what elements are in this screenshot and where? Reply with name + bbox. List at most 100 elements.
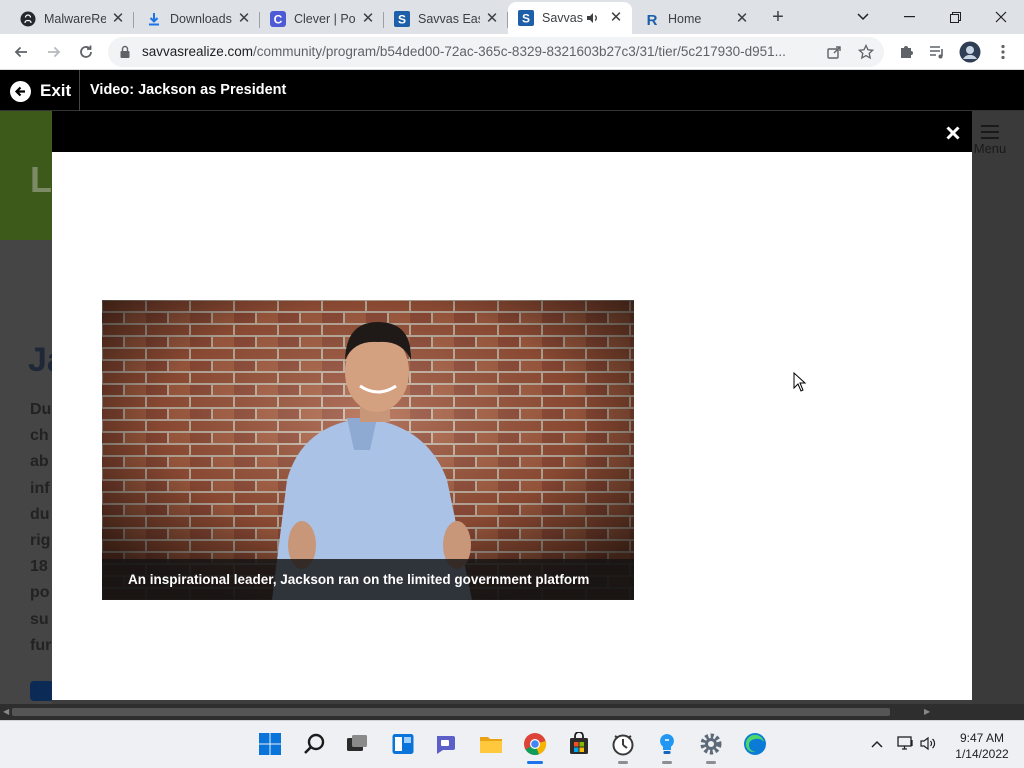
exit-button[interactable]: Exit	[10, 80, 71, 102]
tab-title: MalwareRe	[44, 12, 106, 26]
tab-home[interactable]: R Home ✕	[634, 4, 758, 34]
svg-text:S: S	[522, 12, 530, 26]
close-tab-icon[interactable]: ✕	[360, 11, 376, 27]
viewer-header: Exit Video: Jackson as President	[0, 70, 1024, 111]
tab-title: Savvas Eas	[418, 12, 480, 26]
teams-chat-icon[interactable]	[432, 730, 460, 758]
background-right-column	[972, 111, 1024, 719]
tab-downloads[interactable]: Downloads ✕	[136, 4, 260, 34]
realize-icon: R	[644, 11, 660, 27]
task-view-icon[interactable]	[343, 730, 371, 758]
tab-title: Clever | Por	[294, 12, 356, 26]
running-indicator	[706, 761, 716, 764]
forward-button[interactable]	[42, 40, 66, 64]
header-divider	[79, 70, 80, 111]
savvas-icon: S	[518, 10, 534, 26]
exit-label: Exit	[40, 81, 72, 100]
close-tab-icon[interactable]: ✕	[608, 10, 624, 26]
mouse-cursor-icon	[793, 372, 807, 392]
address-bar[interactable]: savvasrealize.com/community/program/b54d…	[108, 37, 884, 67]
page-title: Video: Jackson as President	[90, 82, 287, 98]
start-icon[interactable]	[256, 730, 284, 758]
clock-app-icon[interactable]	[609, 730, 637, 764]
modal-close-button[interactable]	[942, 120, 964, 142]
hamburger-icon	[981, 125, 999, 139]
running-indicator	[527, 761, 543, 764]
file-explorer-icon[interactable]	[477, 730, 505, 758]
running-indicator	[662, 761, 672, 764]
lightbulb-app-icon[interactable]	[653, 730, 681, 764]
close-tab-icon[interactable]: ✕	[734, 11, 750, 27]
tab-savvas-easy[interactable]: S Savvas Eas ✕	[384, 4, 508, 34]
menu-label: Menu	[973, 141, 1007, 156]
share-icon	[827, 46, 841, 59]
clever-icon: C	[270, 11, 286, 27]
tab-savvas-active[interactable]: S Savvas ✕	[508, 2, 632, 34]
close-tab-icon[interactable]: ✕	[236, 11, 252, 27]
url-text[interactable]: savvasrealize.com/community/program/b54d…	[142, 44, 818, 59]
github-icon	[20, 11, 36, 27]
network-icon[interactable]	[897, 736, 914, 754]
close-window-button[interactable]	[978, 0, 1024, 34]
svg-text:R: R	[647, 12, 658, 27]
tab-malwarere[interactable]: MalwareRe ✕	[10, 4, 134, 34]
edge-icon[interactable]	[741, 730, 769, 758]
background-banner: L	[0, 111, 52, 240]
close-tab-icon[interactable]: ✕	[484, 11, 500, 27]
back-button[interactable]	[9, 40, 33, 64]
widgets-icon[interactable]	[389, 730, 417, 758]
background-play-button	[30, 681, 54, 701]
url-host: savvasrealize.com	[142, 44, 254, 59]
video-modal: An inspirational leader, Jackson ran on …	[52, 111, 972, 700]
browser-menu-button[interactable]	[991, 40, 1015, 64]
chrome-icon[interactable]	[521, 730, 549, 764]
arrow-right-icon	[48, 46, 61, 58]
tab-title: Home	[668, 12, 702, 26]
close-icon	[946, 126, 960, 140]
search-icon[interactable]	[301, 730, 329, 758]
volume-icon[interactable]	[920, 736, 936, 754]
clock-time: 9:47 AM	[959, 731, 1005, 745]
browser-toolbar: savvasrealize.com/community/program/b54d…	[0, 34, 1024, 70]
tab-title: Downloads	[170, 12, 232, 26]
extensions-button[interactable]	[894, 40, 918, 64]
menu-button[interactable]: Menu	[972, 125, 1008, 156]
playlist-icon	[930, 46, 943, 59]
close-tab-icon[interactable]: ✕	[110, 11, 126, 27]
chevron-down-icon	[857, 13, 869, 21]
new-tab-button[interactable]: +	[766, 6, 790, 30]
store-icon[interactable]	[565, 730, 593, 758]
arrow-left-icon	[14, 46, 27, 58]
lock-icon[interactable]	[118, 45, 132, 59]
audio-playing-icon[interactable]	[584, 10, 600, 26]
scroll-right-arrow-icon[interactable]: ▶	[924, 707, 930, 716]
puzzle-icon	[901, 46, 913, 58]
url-path: /community/program/b54ded00-72ac-365c-83…	[253, 44, 786, 59]
running-indicator	[618, 761, 628, 764]
close-icon	[995, 11, 1007, 23]
kebab-menu-icon	[1001, 44, 1005, 60]
savvas-icon: S	[394, 11, 410, 27]
video-frame	[102, 300, 634, 600]
reload-button[interactable]	[74, 40, 98, 64]
video-player[interactable]: An inspirational leader, Jackson ran on …	[102, 300, 634, 600]
background-banner-letter: L	[30, 159, 52, 200]
system-clock[interactable]: 9:47 AM 1/14/2022	[948, 730, 1016, 762]
tab-clever[interactable]: C Clever | Por ✕	[260, 4, 384, 34]
profile-avatar[interactable]	[958, 40, 982, 64]
minimize-button[interactable]	[886, 0, 932, 34]
horizontal-scrollbar[interactable]: ◀ ▶	[0, 704, 1024, 720]
share-button[interactable]	[822, 40, 846, 64]
media-control-button[interactable]	[925, 40, 949, 64]
scroll-left-arrow-icon[interactable]: ◀	[3, 707, 9, 716]
restore-button[interactable]	[932, 0, 978, 34]
scrollbar-thumb[interactable]	[12, 708, 890, 716]
svg-text:S: S	[398, 13, 406, 27]
bookmark-button[interactable]	[854, 40, 878, 64]
tab-search-button[interactable]	[840, 0, 886, 34]
show-hidden-icons-button[interactable]	[871, 735, 883, 751]
arrow-left-circle-icon	[10, 80, 31, 102]
download-icon	[146, 11, 162, 27]
clock-date: 1/14/2022	[955, 747, 1009, 761]
settings-icon[interactable]	[697, 730, 725, 764]
